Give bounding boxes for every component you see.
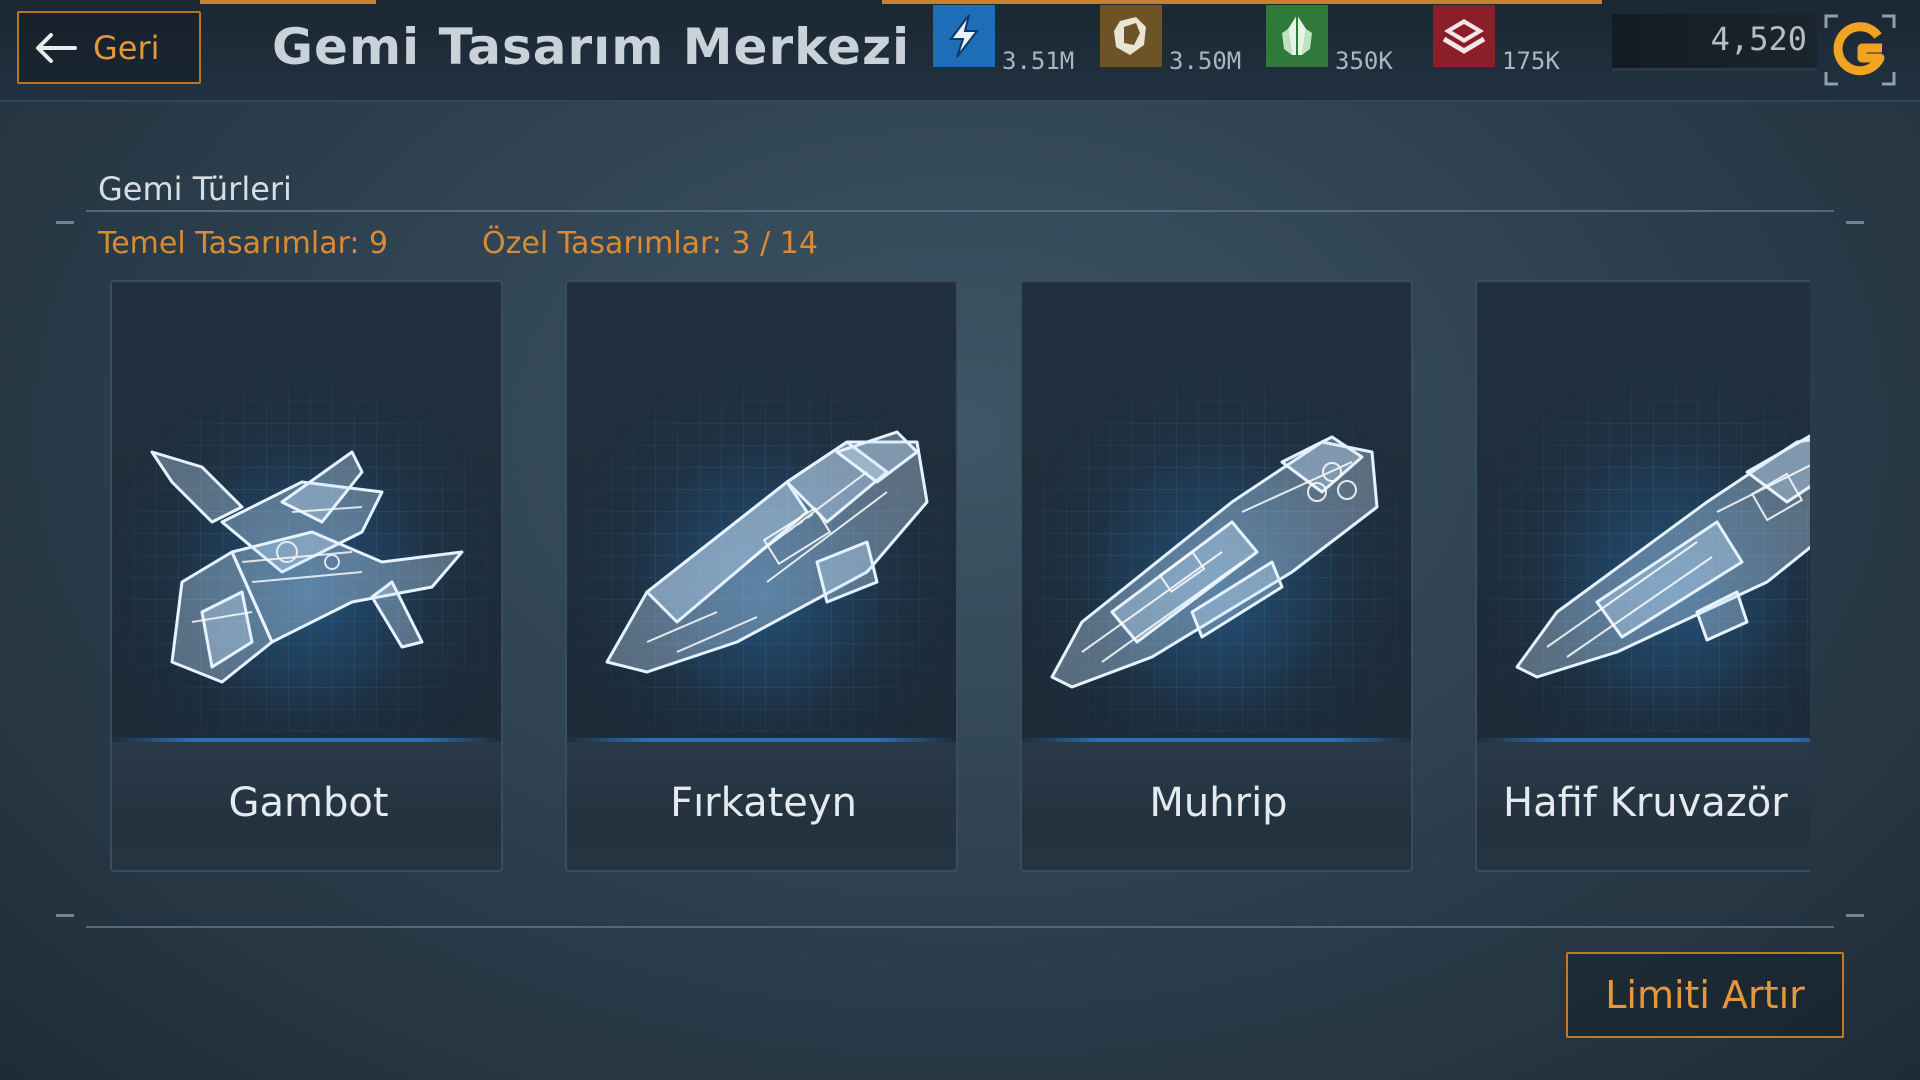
ore-value: 3.50M <box>1169 47 1242 75</box>
energy-icon <box>933 5 995 67</box>
increase-limit-label: Limiti Artır <box>1605 973 1805 1017</box>
top-accent-line <box>200 0 376 4</box>
divider-tick <box>1846 221 1864 224</box>
back-button-label: Geri <box>93 28 160 67</box>
divider-bottom <box>86 926 1834 928</box>
ship-card-label: Hafif Kruvazör <box>1503 780 1788 826</box>
ship-card-frigate[interactable]: Fırkateyn <box>565 280 958 872</box>
top-bar: Geri Gemi Tasarım Merkezi 3.51M 3.50M 35… <box>0 0 1920 102</box>
ship-card-destroyer[interactable]: Muhrip <box>1020 280 1413 872</box>
premium-currency-icon[interactable] <box>1822 12 1898 88</box>
premium-currency-display: 4,520 <box>1612 14 1817 71</box>
increase-limit-button[interactable]: Limiti Artır <box>1566 952 1844 1038</box>
premium-currency-value: 4,520 <box>1710 20 1807 58</box>
divider-tick <box>56 914 74 917</box>
ship-card-label: Gambot <box>228 780 389 826</box>
frigate-blueprint-icon <box>605 430 929 674</box>
section-title: Gemi Türleri <box>98 170 292 208</box>
ore-icon <box>1100 5 1162 67</box>
divider-tick <box>56 221 74 224</box>
resource-material[interactable]: 175K <box>1433 5 1583 95</box>
material-icon <box>1433 5 1495 67</box>
resource-energy[interactable]: 3.51M <box>933 5 1083 95</box>
basic-designs-count: Temel Tasarımlar: 9 <box>98 226 389 261</box>
ship-card-gunboat[interactable]: Gambot <box>110 280 503 872</box>
divider-tick <box>1846 914 1864 917</box>
resource-ore[interactable]: 3.50M <box>1100 5 1250 95</box>
custom-designs-count: Özel Tasarımlar: 3 / 14 <box>482 226 818 261</box>
top-accent-line <box>882 0 1602 4</box>
ship-card-label: Fırkateyn <box>670 780 857 826</box>
ship-card-label: Muhrip <box>1149 780 1288 826</box>
crystal-icon <box>1266 5 1328 67</box>
divider-top <box>86 210 1834 212</box>
destroyer-blueprint-icon <box>1050 435 1379 689</box>
light-cruiser-blueprint-icon <box>1515 434 1810 679</box>
back-button[interactable]: Geri <box>17 11 201 84</box>
back-arrow-icon <box>36 32 77 63</box>
gunboat-blueprint-icon <box>150 450 464 684</box>
crystal-value: 350K <box>1335 47 1393 75</box>
resource-crystal[interactable]: 350K <box>1266 5 1416 95</box>
material-value: 175K <box>1502 47 1560 75</box>
energy-value: 3.51M <box>1002 47 1075 75</box>
ship-type-carousel[interactable]: Gambot Fırkateyn Muhrip Hafif Kruvazör <box>110 280 1810 876</box>
ship-card-light-cruiser[interactable]: Hafif Kruvazör <box>1475 280 1810 872</box>
page-title: Gemi Tasarım Merkezi <box>272 18 911 76</box>
